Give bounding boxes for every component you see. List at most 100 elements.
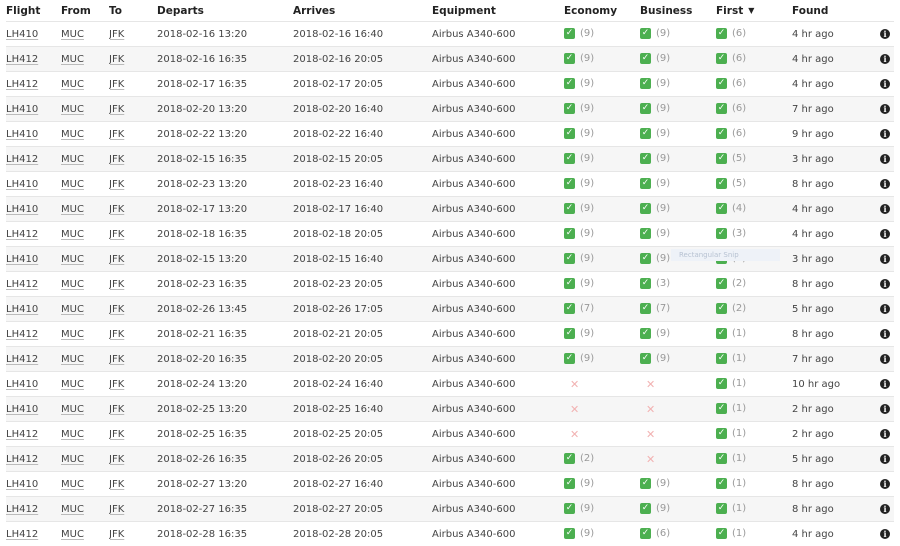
column-header-found[interactable]: Found [792,5,876,17]
info-icon[interactable]: i [880,228,890,239]
flight-link[interactable]: LH410 [6,479,38,490]
destination-link[interactable]: JFK [109,79,124,90]
info-icon[interactable]: i [880,128,890,139]
from-cell[interactable]: MUC [61,179,109,190]
origin-link[interactable]: MUC [61,204,84,215]
info-cell[interactable]: i [876,78,894,90]
flight-cell[interactable]: LH410 [6,479,61,490]
info-cell[interactable]: i [876,53,894,65]
column-header-flight[interactable]: Flight [6,5,61,17]
info-icon[interactable]: i [880,78,890,89]
info-cell[interactable]: i [876,378,894,390]
to-cell[interactable]: JFK [109,204,157,215]
from-cell[interactable]: MUC [61,529,109,540]
info-icon[interactable]: i [880,378,890,389]
from-cell[interactable]: MUC [61,454,109,465]
from-cell[interactable]: MUC [61,229,109,240]
from-cell[interactable]: MUC [61,329,109,340]
info-cell[interactable]: i [876,478,894,490]
info-cell[interactable]: i [876,353,894,365]
origin-link[interactable]: MUC [61,404,84,415]
flight-cell[interactable]: LH410 [6,379,61,390]
flight-link[interactable]: LH412 [6,354,38,365]
column-header-to[interactable]: To [109,5,157,17]
origin-link[interactable]: MUC [61,529,84,540]
origin-link[interactable]: MUC [61,504,84,515]
to-cell[interactable]: JFK [109,529,157,540]
from-cell[interactable]: MUC [61,204,109,215]
info-icon[interactable]: i [880,503,890,514]
flight-link[interactable]: LH410 [6,379,38,390]
flight-link[interactable]: LH410 [6,204,38,215]
info-cell[interactable]: i [876,228,894,240]
from-cell[interactable]: MUC [61,154,109,165]
destination-link[interactable]: JFK [109,204,124,215]
to-cell[interactable]: JFK [109,279,157,290]
origin-link[interactable]: MUC [61,479,84,490]
destination-link[interactable]: JFK [109,479,124,490]
info-cell[interactable]: i [876,428,894,440]
flight-cell[interactable]: LH412 [6,329,61,340]
info-cell[interactable]: i [876,303,894,315]
info-cell[interactable]: i [876,453,894,465]
info-icon[interactable]: i [880,353,890,364]
info-icon[interactable]: i [880,328,890,339]
from-cell[interactable]: MUC [61,29,109,40]
info-cell[interactable]: i [876,328,894,340]
info-cell[interactable]: i [876,403,894,415]
info-icon[interactable]: i [880,153,890,164]
info-icon[interactable]: i [880,528,890,539]
flight-link[interactable]: LH410 [6,129,38,140]
flight-link[interactable]: LH412 [6,504,38,515]
origin-link[interactable]: MUC [61,29,84,40]
column-header-departs[interactable]: Departs [157,5,293,17]
to-cell[interactable]: JFK [109,429,157,440]
column-header-arrives[interactable]: Arrives [293,5,432,17]
flight-cell[interactable]: LH410 [6,254,61,265]
from-cell[interactable]: MUC [61,304,109,315]
destination-link[interactable]: JFK [109,104,124,115]
destination-link[interactable]: JFK [109,354,124,365]
destination-link[interactable]: JFK [109,179,124,190]
destination-link[interactable]: JFK [109,304,124,315]
column-header-first[interactable]: First ▼ [716,5,792,17]
origin-link[interactable]: MUC [61,104,84,115]
info-cell[interactable]: i [876,528,894,540]
to-cell[interactable]: JFK [109,404,157,415]
flight-link[interactable]: LH412 [6,79,38,90]
from-cell[interactable]: MUC [61,429,109,440]
from-cell[interactable]: MUC [61,79,109,90]
flight-link[interactable]: LH412 [6,454,38,465]
to-cell[interactable]: JFK [109,104,157,115]
info-icon[interactable]: i [880,453,890,464]
info-cell[interactable]: i [876,278,894,290]
origin-link[interactable]: MUC [61,304,84,315]
destination-link[interactable]: JFK [109,329,124,340]
info-cell[interactable]: i [876,203,894,215]
flight-link[interactable]: LH412 [6,279,38,290]
flight-link[interactable]: LH410 [6,29,38,40]
flight-cell[interactable]: LH410 [6,179,61,190]
from-cell[interactable]: MUC [61,54,109,65]
flight-cell[interactable]: LH410 [6,129,61,140]
flight-cell[interactable]: LH410 [6,304,61,315]
destination-link[interactable]: JFK [109,429,124,440]
info-cell[interactable]: i [876,153,894,165]
destination-link[interactable]: JFK [109,254,124,265]
origin-link[interactable]: MUC [61,254,84,265]
flight-cell[interactable]: LH410 [6,204,61,215]
origin-link[interactable]: MUC [61,229,84,240]
column-header-from[interactable]: From [61,5,109,17]
info-icon[interactable]: i [880,53,890,64]
info-icon[interactable]: i [880,278,890,289]
from-cell[interactable]: MUC [61,104,109,115]
origin-link[interactable]: MUC [61,379,84,390]
flight-link[interactable]: LH410 [6,404,38,415]
info-icon[interactable]: i [880,403,890,414]
info-icon[interactable]: i [880,253,890,264]
origin-link[interactable]: MUC [61,54,84,65]
from-cell[interactable]: MUC [61,129,109,140]
info-icon[interactable]: i [880,203,890,214]
info-icon[interactable]: i [880,103,890,114]
destination-link[interactable]: JFK [109,279,124,290]
